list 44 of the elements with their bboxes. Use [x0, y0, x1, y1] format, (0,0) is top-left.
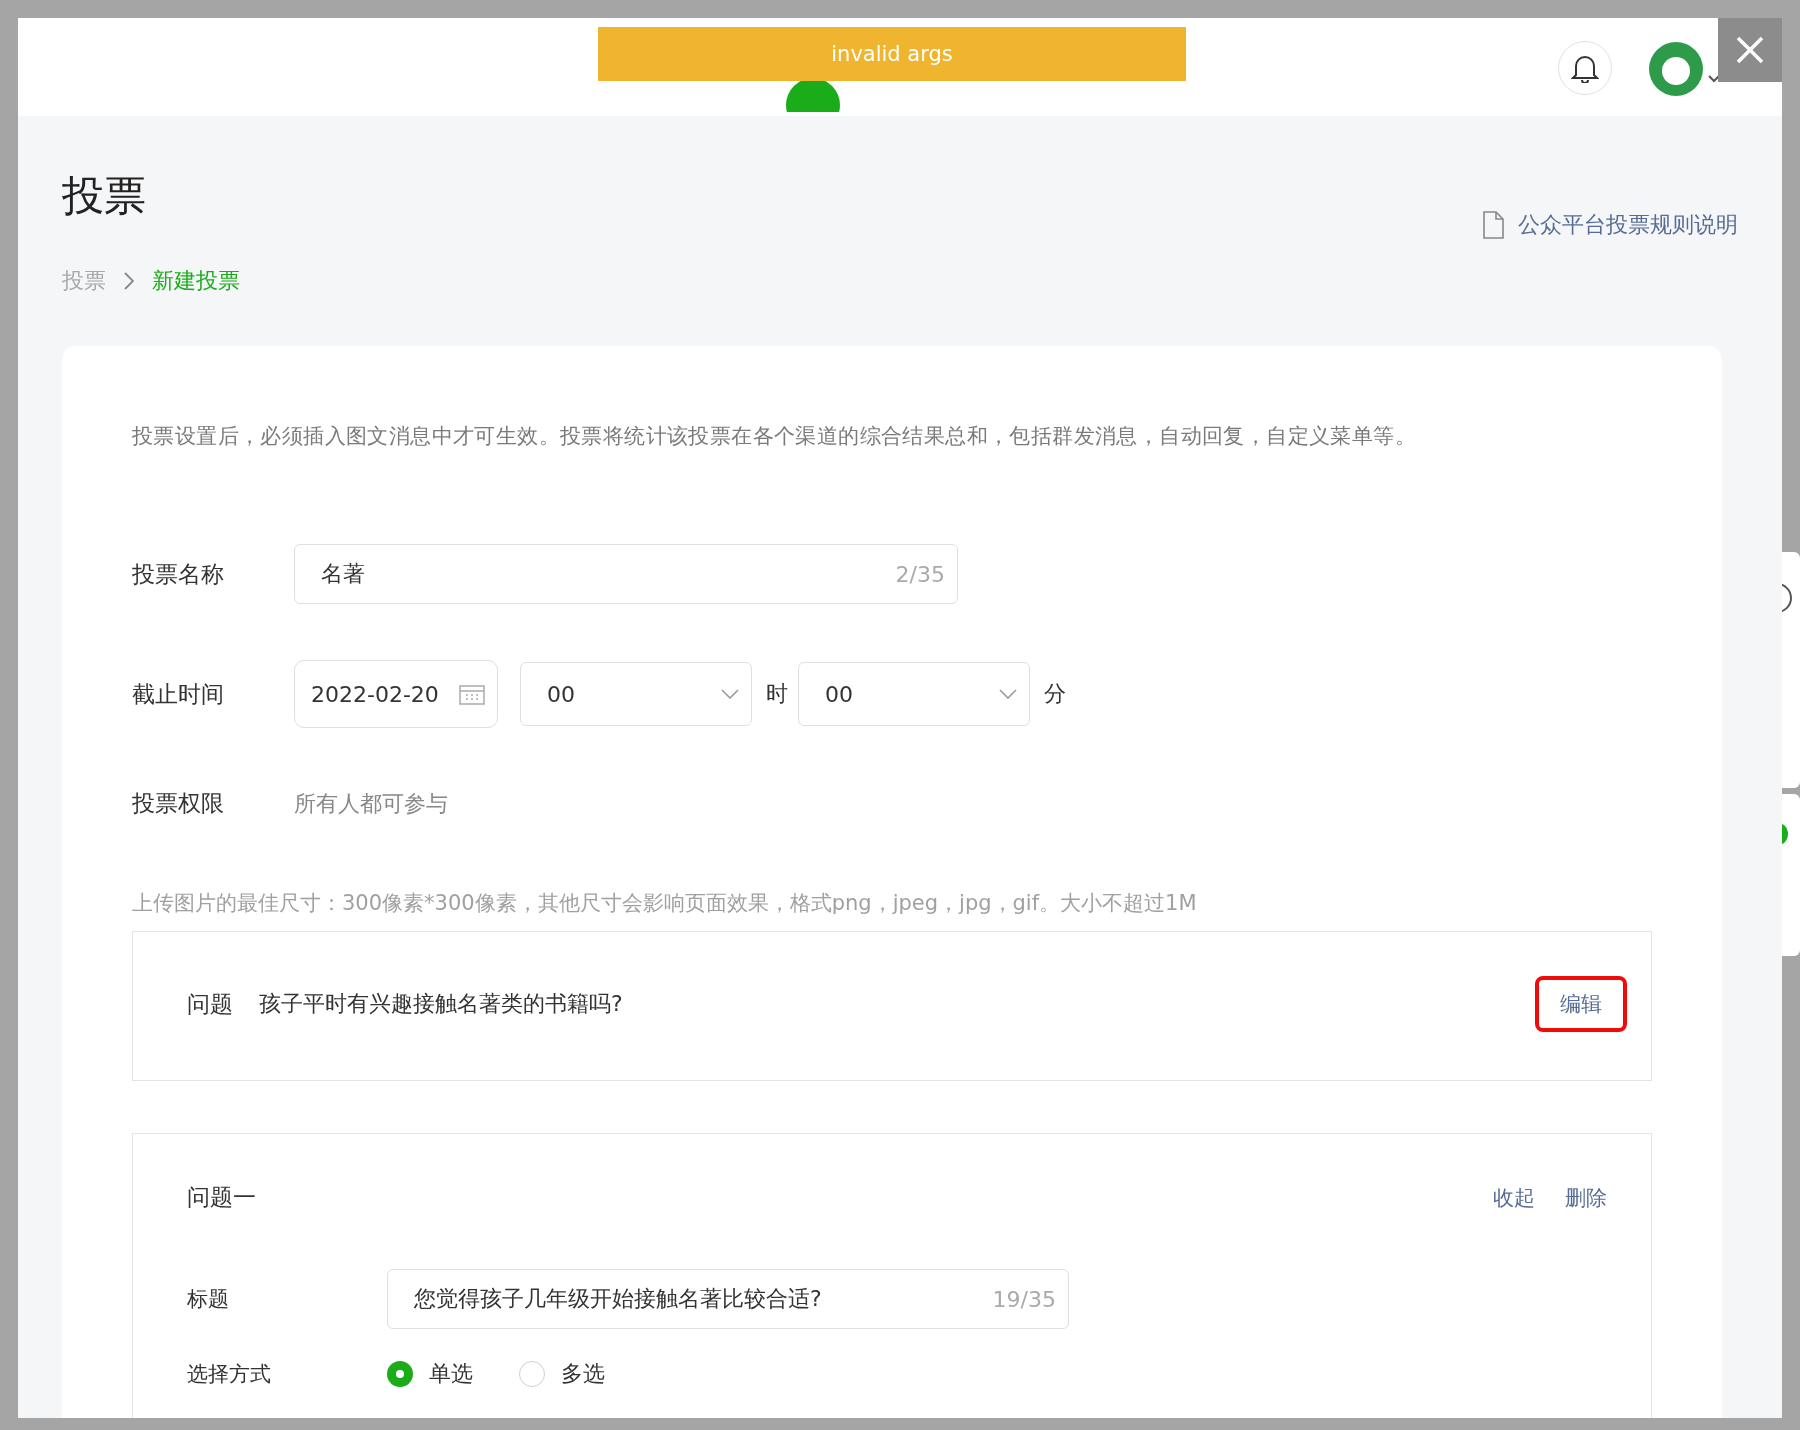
minute-unit: 分	[1044, 680, 1066, 708]
question-action-link[interactable]: 删除	[1565, 1183, 1607, 1212]
page-title: 投票	[62, 170, 146, 222]
rules-link[interactable]: 公众平台投票规则说明	[1482, 210, 1738, 240]
radio-option[interactable]: 多选	[519, 1359, 605, 1389]
calendar-icon	[459, 683, 485, 705]
avatar-icon[interactable]	[1648, 41, 1704, 97]
chevron-down-icon	[999, 689, 1017, 699]
close-icon	[1735, 35, 1765, 65]
hour-unit: 时	[766, 680, 788, 708]
field-label: 投票权限	[132, 789, 225, 818]
field-label: 选择方式	[187, 1361, 272, 1388]
edit-button[interactable]: 编辑	[1535, 976, 1627, 1032]
bell-icon	[1571, 53, 1599, 83]
question-action-link[interactable]: 收起	[1493, 1183, 1535, 1212]
input-field[interactable]: 名著 2/35	[294, 544, 958, 604]
permission-value: 所有人都可参与	[294, 789, 448, 818]
notice-text: 投票设置后，必须插入图文消息中才可生效。投票将统计该投票在各个渠道的综合结果总和，包括群发消息，自动回复，自定义菜单等。	[132, 423, 1417, 450]
radio-label: 多选	[561, 1360, 605, 1388]
field-label: 投票名称	[132, 559, 225, 589]
error-toast: invalid args	[598, 27, 1186, 81]
question-heading: 问题一	[187, 1183, 256, 1212]
hour-select[interactable]: 00	[520, 662, 752, 726]
notification-button[interactable]	[1558, 41, 1612, 95]
question-label: 问题	[187, 989, 233, 1019]
radio-icon[interactable]	[519, 1361, 545, 1387]
field-label: 标题	[187, 1286, 230, 1313]
upload-hint: 上传图片的最佳尺寸：300像素*300像素，其他尺寸会影响页面效果，格式png，jpeg，jpg，gif。大小不超过1M	[132, 890, 1198, 917]
chevron-down-icon	[721, 689, 739, 699]
char-counter: 19/35	[992, 1286, 1056, 1312]
caret-icon[interactable]	[1708, 75, 1720, 83]
input-field[interactable]: 您觉得孩子几年级开始接触名著比较合适? 19/35	[387, 1269, 1069, 1329]
radio-label: 单选	[429, 1360, 473, 1388]
date-field[interactable]: 2022-02-20	[294, 660, 498, 728]
chevron-right-icon	[124, 272, 134, 290]
minute-select[interactable]: 00	[798, 662, 1030, 726]
document-icon	[1482, 211, 1504, 239]
field-label: 截止时间	[132, 679, 225, 709]
question-text: 孩子平时有兴趣接触名著类的书籍吗?	[259, 990, 624, 1018]
close-button[interactable]	[1718, 18, 1782, 82]
radio-icon[interactable]	[387, 1361, 413, 1387]
logo-icon	[786, 78, 840, 112]
radio-option[interactable]: 单选	[387, 1359, 473, 1389]
char-counter: 2/35	[895, 561, 945, 587]
